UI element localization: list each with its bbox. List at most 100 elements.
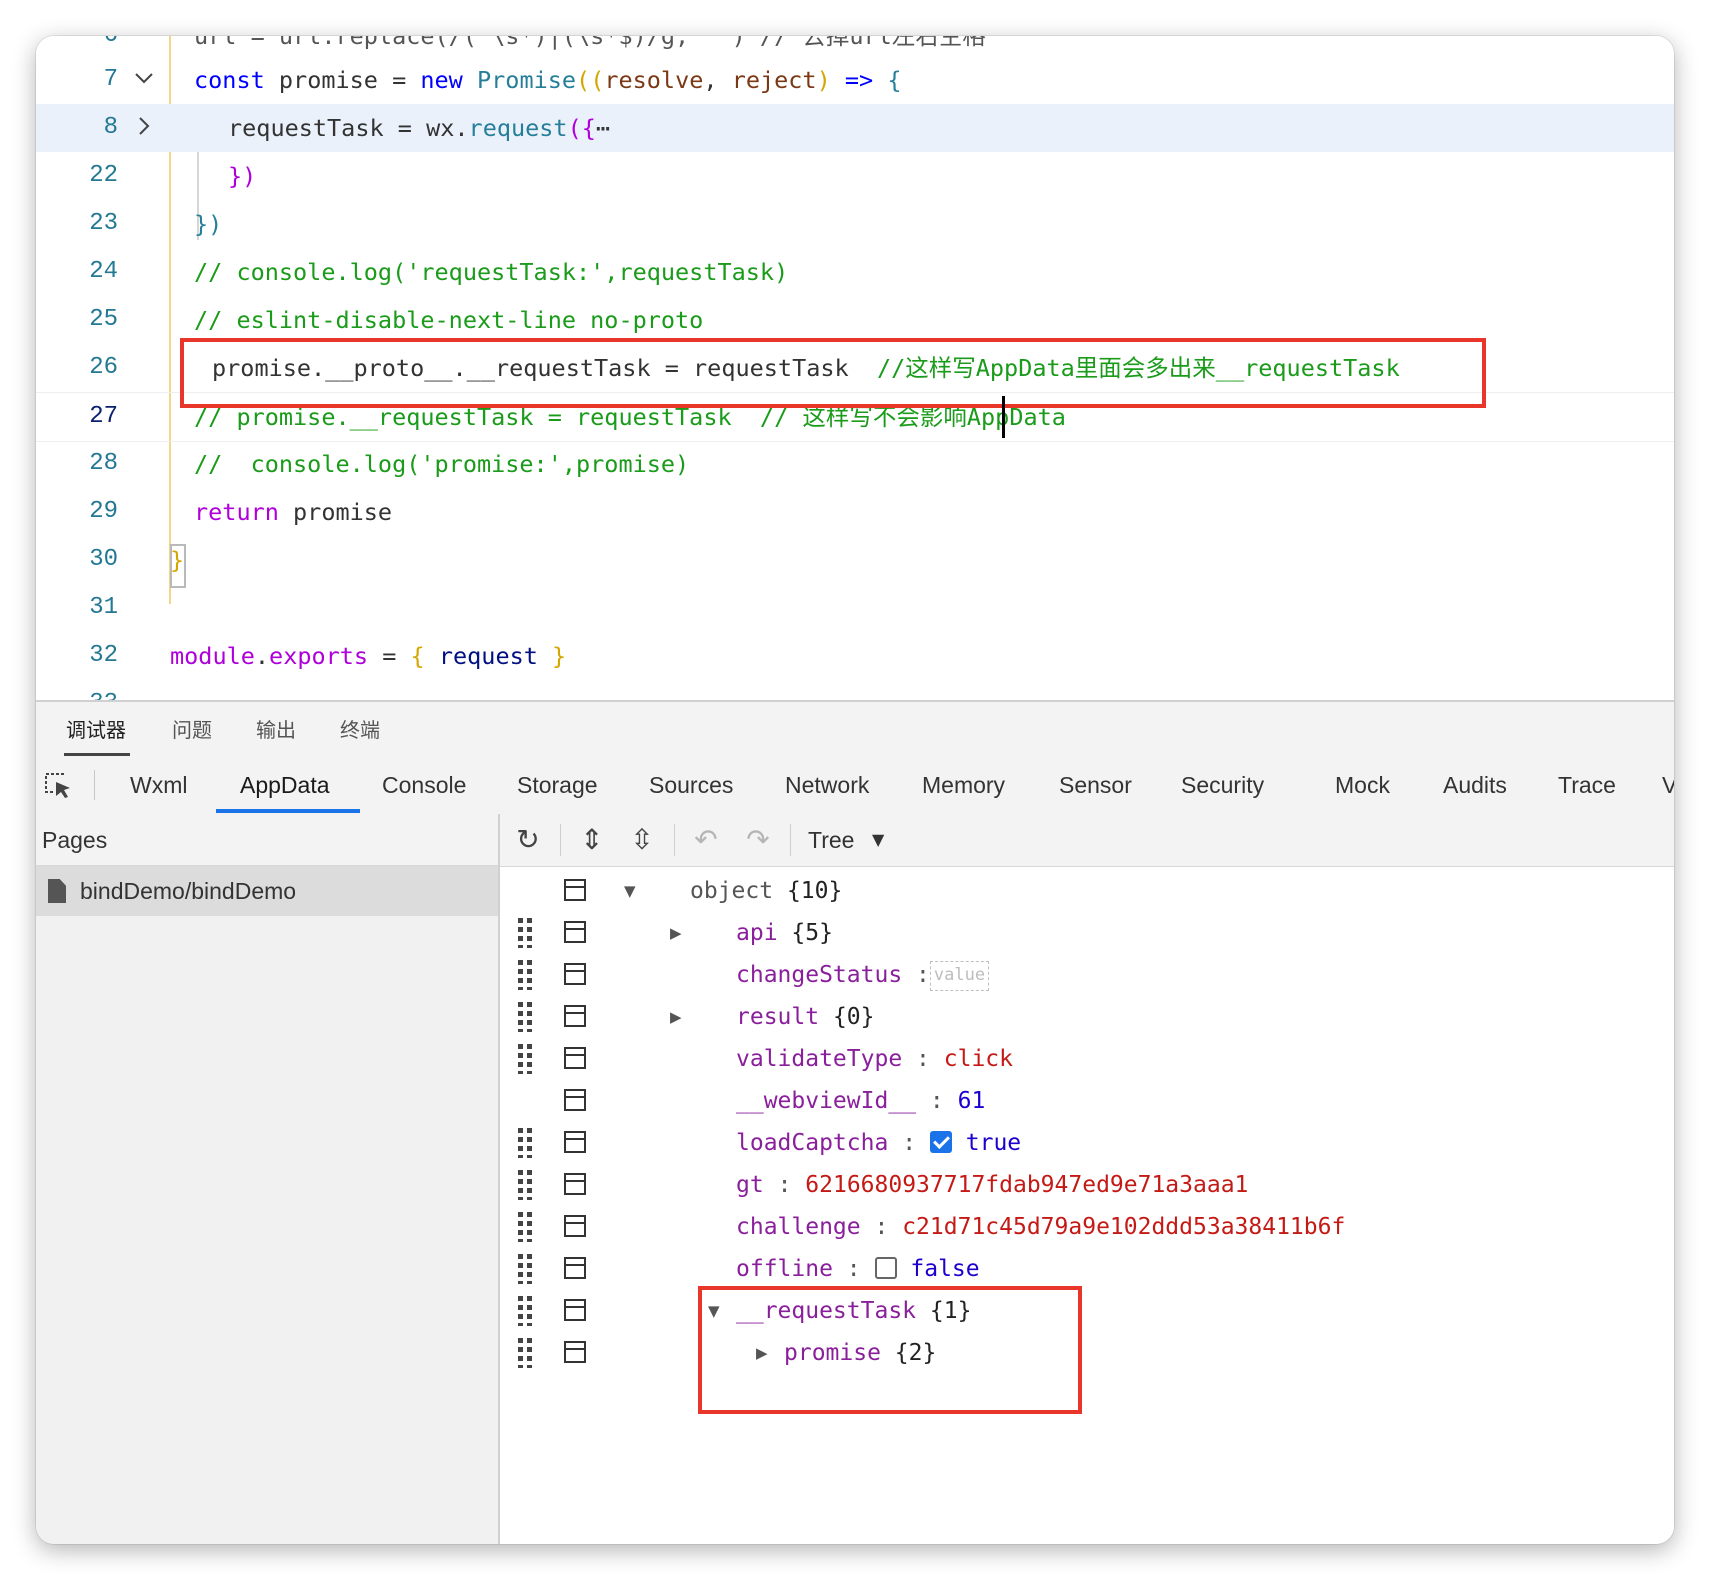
tab-appdata[interactable]: AppData (240, 758, 330, 812)
tree-row[interactable]: validateType : click (500, 1038, 1674, 1080)
drag-handle-icon[interactable] (518, 1296, 534, 1326)
tab-memory[interactable]: Memory (922, 758, 1005, 812)
tree-row[interactable]: ▶ api {5} (500, 912, 1674, 954)
toolbar-separator (560, 824, 561, 856)
tab-terminal[interactable]: 终端 (340, 702, 380, 758)
drag-handle-icon[interactable] (518, 1128, 534, 1158)
expand-triangle-icon[interactable]: ▶ (670, 996, 682, 1038)
tree-value[interactable]: c21d71c45d79a9e102ddd53a38411b6f (902, 1214, 1345, 1240)
code-line-23: 23 }) (36, 200, 1674, 248)
expand-triangle-icon[interactable]: ▼ (624, 870, 636, 912)
drag-handle-icon[interactable] (518, 960, 534, 990)
menu-icon[interactable] (564, 879, 586, 901)
line-number: 26 (89, 354, 118, 381)
menu-icon[interactable] (564, 1089, 586, 1111)
code-line-28: 28 // console.log('promise:',promise) (36, 440, 1674, 488)
chevron-down-icon[interactable] (134, 56, 154, 104)
menu-icon[interactable] (564, 1299, 586, 1321)
tab-overflow[interactable]: V (1662, 758, 1674, 812)
tree-key: api (736, 920, 778, 946)
menu-icon[interactable] (564, 1215, 586, 1237)
tab-sources[interactable]: Sources (649, 758, 733, 812)
tree-row[interactable]: ▼ __requestTask {1} (500, 1290, 1674, 1332)
checkbox-unchecked[interactable] (874, 1256, 897, 1279)
tab-console[interactable]: Console (382, 758, 466, 812)
expand-triangle-icon[interactable]: ▶ (670, 912, 682, 954)
text-cursor (1002, 396, 1005, 438)
drag-handle-icon[interactable] (518, 1254, 534, 1284)
menu-icon[interactable] (564, 963, 586, 985)
tree-value[interactable]: click (944, 1046, 1013, 1072)
chevron-right-icon[interactable] (134, 104, 154, 152)
tab-mock[interactable]: Mock (1335, 758, 1390, 812)
drag-handle-icon[interactable] (518, 1338, 534, 1368)
code-line-7: 7 const promise = new Promise((resolve, … (36, 56, 1674, 104)
checkbox-checked[interactable] (929, 1130, 952, 1153)
highlight-box (180, 338, 1486, 408)
tree-row[interactable]: ▼ object {10} (500, 870, 1674, 912)
page-item[interactable]: bindDemo/bindDemo (36, 866, 498, 916)
view-mode-select[interactable]: Tree (808, 814, 854, 866)
tree-row[interactable]: challenge : c21d71c45d79a9e102ddd53a3841… (500, 1206, 1674, 1248)
code-text: // eslint-disable-next-line no-proto (194, 306, 704, 334)
tree-row[interactable]: gt : 6216680937717fdab947ed9e71a3aaa1 (500, 1164, 1674, 1206)
file-icon (48, 879, 66, 903)
tree-row[interactable]: offline : false (500, 1248, 1674, 1290)
inspect-element-icon[interactable] (44, 772, 74, 800)
tree-row[interactable]: __webviewId__ : 61 (500, 1080, 1674, 1122)
tab-debugger[interactable]: 调试器 (66, 702, 126, 758)
collapse-all-icon[interactable]: ⇳ (624, 822, 660, 858)
tab-output[interactable]: 输出 (256, 702, 296, 758)
dropdown-arrow-icon[interactable]: ▼ (872, 814, 884, 866)
tree-row[interactable]: changeStatus : value (500, 954, 1674, 996)
code-text: module.exports = { request } (170, 642, 567, 670)
code-editor[interactable]: 6 url = url.replace(/(^\s*)|(\s*$)/g, ''… (36, 36, 1674, 700)
appdata-toolbar: ↻ ⇕ ⇳ ↶ ↷ Tree ▼ (500, 814, 1674, 867)
line-number: 8 (103, 114, 118, 141)
tree-value[interactable]: 6216680937717fdab947ed9e71a3aaa1 (805, 1172, 1248, 1198)
tab-audits[interactable]: Audits (1443, 758, 1507, 812)
tree-row[interactable]: ▶ result {0} (500, 996, 1674, 1038)
drag-handle-icon[interactable] (518, 1002, 534, 1032)
tree-key: result (736, 1004, 820, 1030)
pages-header: Pages (36, 814, 498, 866)
tab-problems[interactable]: 问题 (172, 702, 212, 758)
tree-row[interactable]: loadCaptcha : true (500, 1122, 1674, 1164)
menu-icon[interactable] (564, 1257, 586, 1279)
drag-handle-icon[interactable] (518, 1212, 534, 1242)
code-line-8: 8 requestTask = wx.request({⋯ (36, 104, 1674, 152)
menu-icon[interactable] (564, 1173, 586, 1195)
expand-all-icon[interactable]: ⇕ (574, 822, 610, 858)
tab-storage[interactable]: Storage (517, 758, 598, 812)
menu-icon[interactable] (564, 1047, 586, 1069)
code-line-24: 24 // console.log('requestTask:',request… (36, 248, 1674, 296)
tab-network[interactable]: Network (785, 758, 869, 812)
code-text: }) (194, 210, 223, 238)
tab-trace[interactable]: Trace (1558, 758, 1616, 812)
drag-handle-icon[interactable] (518, 1044, 534, 1074)
code-line-30: 30 } (36, 536, 1674, 584)
tree-row[interactable]: ▶ promise {2} (500, 1332, 1674, 1374)
line-number: 29 (89, 498, 118, 525)
tree-key: offline (736, 1256, 833, 1282)
menu-icon[interactable] (564, 1341, 586, 1363)
tree-value[interactable]: 61 (958, 1088, 986, 1114)
tab-sensor[interactable]: Sensor (1059, 758, 1132, 812)
appdata-panel: ↻ ⇕ ⇳ ↶ ↷ Tree ▼ ▼ object {10} ▶ api {5} (500, 814, 1674, 1544)
redo-icon[interactable]: ↷ (740, 822, 776, 858)
line-number: 31 (89, 594, 118, 621)
tree-count: {0} (832, 1004, 875, 1030)
menu-icon[interactable] (564, 1131, 586, 1153)
drag-handle-icon[interactable] (518, 1170, 534, 1200)
line-number: 33 (36, 680, 118, 700)
undo-icon[interactable]: ↶ (688, 822, 724, 858)
tab-wxml[interactable]: Wxml (130, 758, 187, 812)
tab-security[interactable]: Security (1181, 758, 1264, 812)
menu-icon[interactable] (564, 1005, 586, 1027)
code-line-31: 31 (36, 584, 1674, 632)
menu-icon[interactable] (564, 921, 586, 943)
drag-handle-icon[interactable] (518, 918, 534, 948)
value-input[interactable]: value (929, 960, 990, 991)
tree-value: true (965, 1130, 1022, 1156)
refresh-icon[interactable]: ↻ (510, 822, 546, 858)
